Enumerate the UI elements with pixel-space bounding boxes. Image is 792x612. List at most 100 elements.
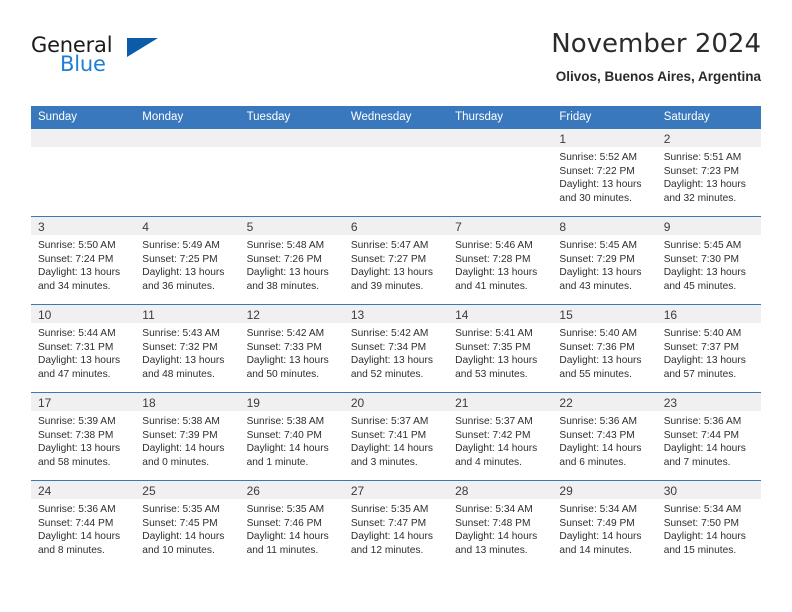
day-number: 6 — [350, 220, 358, 234]
day-details: Sunrise: 5:46 AM Sunset: 7:28 PM Daylight:… — [448, 235, 552, 293]
daylight-text-line1: Daylight: 14 hours — [38, 531, 121, 543]
daylight-text-line1: Daylight: 14 hours — [142, 531, 225, 543]
calendar-cell-empty — [31, 128, 136, 217]
daylight-text-line2: and 50 minutes. — [246, 368, 320, 380]
calendar-day-cell[interactable]: 7 Sunrise: 5:46 AM Sunset: 7:28 PM Daylight… — [448, 216, 553, 305]
day-details: Sunrise: 5:42 AM Sunset: 7:34 PM Daylight:… — [344, 323, 448, 381]
day-details: Sunrise: 5:49 AM Sunset: 7:25 PM Daylight:… — [135, 235, 239, 293]
sunset-text: Sunset: 7:22 PM — [559, 165, 635, 177]
calendar-day-cell[interactable]: 1 Sunrise: 5:52 AM Sunset: 7:22 PM Daylight… — [552, 128, 657, 217]
calendar-day-cell[interactable]: 25 Sunrise: 5:35 AM Sunset: 7:45 PM Dayligh… — [135, 480, 240, 569]
calendar-day-cell[interactable]: 24 Sunrise: 5:36 AM Sunset: 7:44 PM Dayligh… — [31, 480, 136, 569]
daylight-text-line2: and 43 minutes. — [559, 280, 632, 292]
calendar-day-cell[interactable]: 21 Sunrise: 5:37 AM Sunset: 7:42 PM Dayligh… — [448, 392, 553, 481]
sunrise-text: Sunrise: 5:52 AM — [559, 152, 637, 163]
sunset-text: Sunset: 7:27 PM — [350, 253, 427, 265]
calendar-day-cell[interactable]: 4 Sunrise: 5:49 AM Sunset: 7:25 PM Daylight… — [135, 216, 240, 305]
day-details: Sunrise: 5:36 AM Sunset: 7:44 PM Daylight:… — [657, 411, 761, 469]
calendar-day-cell[interactable]: 12 Sunrise: 5:42 AM Sunset: 7:33 PM Dayligh… — [239, 304, 344, 393]
daylight-text-line2: and 8 minutes. — [38, 544, 105, 556]
calendar-day-cell[interactable]: 10 Sunrise: 5:44 AM Sunset: 7:31 PM Dayligh… — [31, 304, 136, 393]
day-number-band: 28 — [448, 481, 553, 499]
weekday-header-saturday: Saturday — [656, 106, 761, 129]
sunrise-text: Sunrise: 5:36 AM — [559, 416, 637, 427]
day-details: Sunrise: 5:39 AM Sunset: 7:38 PM Daylight:… — [31, 411, 135, 469]
calendar-day-cell[interactable]: 28 Sunrise: 5:34 AM Sunset: 7:48 PM Dayligh… — [448, 480, 553, 569]
calendar-day-cell[interactable]: 19 Sunrise: 5:38 AM Sunset: 7:40 PM Dayligh… — [239, 392, 344, 481]
calendar-day-cell[interactable]: 8 Sunrise: 5:45 AM Sunset: 7:29 PM Daylight… — [552, 216, 657, 305]
sunrise-text: Sunrise: 5:35 AM — [350, 504, 429, 515]
sunrise-text: Sunrise: 5:47 AM — [350, 240, 429, 251]
daylight-text-line1: Daylight: 13 hours — [246, 267, 329, 279]
weekday-header-thursday: Thursday — [448, 106, 553, 129]
sunrise-text: Sunrise: 5:37 AM — [350, 416, 429, 427]
day-number-band: 29 — [552, 481, 657, 499]
general-blue-logo[interactable]: General Blue — [31, 33, 171, 89]
calendar-day-cell[interactable]: 17 Sunrise: 5:39 AM Sunset: 7:38 PM Dayligh… — [31, 392, 136, 481]
day-details: Sunrise: 5:48 AM Sunset: 7:26 PM Daylight:… — [240, 235, 344, 293]
day-number-band — [343, 129, 449, 147]
day-number-band: 16 — [656, 305, 761, 323]
calendar-week-row: 3 Sunrise: 5:50 AM Sunset: 7:24 PM Daylight… — [31, 216, 761, 305]
sunset-text: Sunset: 7:47 PM — [350, 517, 427, 529]
day-number: 21 — [455, 396, 469, 410]
sunrise-text: Sunrise: 5:51 AM — [663, 152, 742, 163]
day-number: 26 — [246, 484, 260, 498]
daylight-text-line1: Daylight: 13 hours — [246, 355, 329, 367]
day-number-band: 10 — [31, 305, 136, 323]
sunset-text: Sunset: 7:23 PM — [663, 165, 740, 177]
daylight-text-line1: Daylight: 14 hours — [663, 443, 746, 455]
calendar-day-cell[interactable]: 14 Sunrise: 5:41 AM Sunset: 7:35 PM Dayligh… — [448, 304, 553, 393]
calendar-day-cell[interactable]: 30 Sunrise: 5:34 AM Sunset: 7:50 PM Dayligh… — [656, 480, 761, 569]
calendar-day-cell[interactable]: 11 Sunrise: 5:43 AM Sunset: 7:32 PM Dayligh… — [135, 304, 240, 393]
calendar-day-cell[interactable]: 2 Sunrise: 5:51 AM Sunset: 7:23 PM Daylight… — [656, 128, 761, 217]
calendar-day-cell[interactable]: 23 Sunrise: 5:36 AM Sunset: 7:44 PM Dayligh… — [656, 392, 761, 481]
day-details: Sunrise: 5:45 AM Sunset: 7:30 PM Daylight:… — [657, 235, 761, 293]
day-number: 4 — [142, 220, 149, 234]
calendar-day-cell[interactable]: 13 Sunrise: 5:42 AM Sunset: 7:34 PM Dayligh… — [343, 304, 449, 393]
calendar-day-cell[interactable]: 15 Sunrise: 5:40 AM Sunset: 7:36 PM Dayligh… — [552, 304, 657, 393]
sunrise-text: Sunrise: 5:40 AM — [559, 328, 637, 339]
day-details: Sunrise: 5:44 AM Sunset: 7:31 PM Daylight:… — [31, 323, 135, 381]
day-details: Sunrise: 5:45 AM Sunset: 7:29 PM Daylight:… — [552, 235, 656, 293]
sunset-text: Sunset: 7:24 PM — [38, 253, 114, 265]
day-number-band: 18 — [135, 393, 240, 411]
daylight-text-line2: and 36 minutes. — [142, 280, 215, 292]
day-details: Sunrise: 5:40 AM Sunset: 7:37 PM Daylight:… — [657, 323, 761, 381]
day-number: 5 — [246, 220, 254, 234]
calendar-cell-empty — [135, 128, 240, 217]
calendar-day-cell[interactable]: 3 Sunrise: 5:50 AM Sunset: 7:24 PM Daylight… — [31, 216, 136, 305]
day-number: 17 — [38, 396, 52, 410]
weekday-header-sunday: Sunday — [31, 106, 136, 129]
weekday-header-tuesday: Tuesday — [239, 106, 344, 129]
day-number-band: 24 — [31, 481, 136, 499]
daylight-text-line1: Daylight: 13 hours — [559, 355, 642, 367]
sunset-text: Sunset: 7:35 PM — [455, 341, 531, 353]
calendar-day-cell[interactable]: 26 Sunrise: 5:35 AM Sunset: 7:46 PM Dayligh… — [239, 480, 344, 569]
day-number: 10 — [38, 308, 52, 322]
sunrise-text: Sunrise: 5:36 AM — [38, 504, 116, 515]
sunrise-text: Sunrise: 5:49 AM — [142, 240, 220, 251]
calendar-day-cell[interactable]: 9 Sunrise: 5:45 AM Sunset: 7:30 PM Daylight… — [656, 216, 761, 305]
calendar-day-cell[interactable]: 29 Sunrise: 5:34 AM Sunset: 7:49 PM Dayligh… — [552, 480, 657, 569]
day-details: Sunrise: 5:41 AM Sunset: 7:35 PM Daylight:… — [448, 323, 552, 381]
calendar-day-cell[interactable]: 22 Sunrise: 5:36 AM Sunset: 7:43 PM Dayligh… — [552, 392, 657, 481]
day-number-band: 7 — [448, 217, 553, 235]
calendar-day-cell[interactable]: 18 Sunrise: 5:38 AM Sunset: 7:39 PM Dayligh… — [135, 392, 240, 481]
day-number: 16 — [663, 308, 678, 322]
calendar-day-cell[interactable]: 27 Sunrise: 5:35 AM Sunset: 7:47 PM Dayligh… — [343, 480, 449, 569]
calendar-day-cell[interactable]: 6 Sunrise: 5:47 AM Sunset: 7:27 PM Daylight… — [343, 216, 449, 305]
sunrise-text: Sunrise: 5:45 AM — [663, 240, 742, 251]
sunset-text: Sunset: 7:49 PM — [559, 517, 635, 529]
day-details: Sunrise: 5:37 AM Sunset: 7:41 PM Daylight:… — [344, 411, 448, 469]
sunset-text: Sunset: 7:36 PM — [559, 341, 635, 353]
day-number-band: 4 — [135, 217, 240, 235]
day-number: 27 — [350, 484, 365, 498]
calendar-day-cell[interactable]: 16 Sunrise: 5:40 AM Sunset: 7:37 PM Dayligh… — [656, 304, 761, 393]
day-number: 19 — [246, 396, 260, 410]
sunset-text: Sunset: 7:37 PM — [663, 341, 740, 353]
calendar-day-cell[interactable]: 5 Sunrise: 5:48 AM Sunset: 7:26 PM Daylight… — [239, 216, 344, 305]
daylight-text-line1: Daylight: 13 hours — [559, 179, 642, 191]
calendar-day-cell[interactable]: 20 Sunrise: 5:37 AM Sunset: 7:41 PM Dayligh… — [343, 392, 449, 481]
calendar-body: 1 Sunrise: 5:52 AM Sunset: 7:22 PM Daylight… — [31, 128, 761, 569]
